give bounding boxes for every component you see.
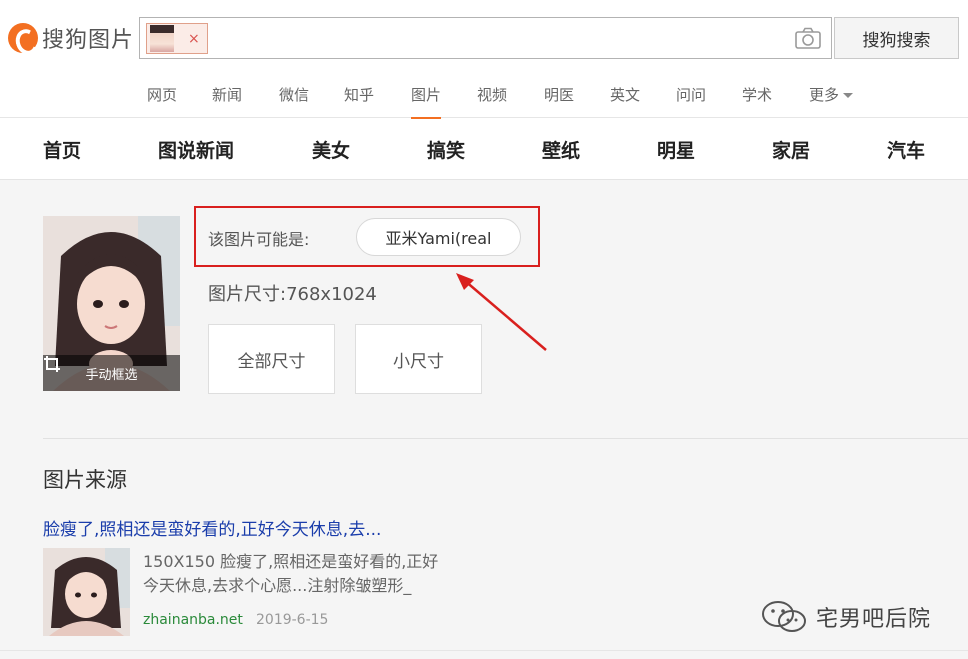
- search-box[interactable]: ×: [139, 17, 832, 59]
- wechat-icon: [762, 601, 806, 632]
- source-heading: 图片来源: [43, 468, 127, 492]
- watermark-text: 宅男吧后院: [816, 607, 932, 632]
- query-image[interactable]: 手动框选: [43, 216, 180, 391]
- search-type-tabs: 网页 新闻 微信 知乎 图片 视频 明医 英文 问问 学术 更多: [0, 72, 968, 120]
- tab-more[interactable]: 更多: [809, 84, 854, 105]
- image-size-info: 图片尺寸:768x1024: [208, 284, 377, 305]
- category-photo-news[interactable]: 图说新闻: [158, 136, 234, 163]
- category-home[interactable]: 首页: [43, 136, 81, 163]
- guess-label: 该图片可能是:: [208, 230, 310, 249]
- image-guess-box: 该图片可能是: 亚米Yami(real: [194, 206, 540, 267]
- category-wallpaper[interactable]: 壁纸: [542, 136, 580, 163]
- watermark: 宅男吧后院: [760, 600, 931, 634]
- tab-more-label: 更多: [809, 86, 840, 104]
- category-home-decor[interactable]: 家居: [772, 136, 810, 163]
- tab-english[interactable]: 英文: [610, 84, 640, 105]
- caret-down-icon: [843, 93, 854, 98]
- source-date: 2019-6-15: [256, 612, 329, 628]
- tab-medical[interactable]: 明医: [544, 84, 574, 105]
- manual-crop-label: 手动框选: [85, 367, 138, 383]
- tab-wenwen[interactable]: 问问: [676, 84, 706, 105]
- search-image-chip: ×: [146, 23, 208, 54]
- tab-scholar[interactable]: 学术: [742, 84, 772, 105]
- tab-images[interactable]: 图片: [411, 84, 442, 120]
- category-bar: 首页 图说新闻 美女 搞笑 壁纸 明星 家居 汽车: [0, 119, 968, 180]
- result-content: 手动框选 该图片可能是: 亚米Yami(real 图片尺寸:768x1024 全…: [0, 180, 968, 659]
- source-host[interactable]: zhainanba.net: [143, 612, 243, 628]
- category-funny[interactable]: 搞笑: [427, 136, 465, 163]
- sogou-logo[interactable]: 搜狗图片: [8, 20, 134, 56]
- tab-video[interactable]: 视频: [477, 84, 507, 105]
- source-thumbnail[interactable]: [43, 548, 130, 636]
- search-button[interactable]: 搜狗搜索: [834, 17, 959, 59]
- tab-news[interactable]: 新闻: [212, 84, 242, 105]
- source-description: 150X150 脸瘦了,照相还是蛮好看的,正好今天休息,去求个心愿...注射除皱…: [143, 552, 439, 595]
- category-beauty[interactable]: 美女: [312, 136, 350, 163]
- guess-keyword-button[interactable]: 亚米Yami(real: [356, 218, 521, 256]
- tab-zhihu[interactable]: 知乎: [344, 84, 374, 105]
- header: 搜狗图片 × 搜狗搜索: [0, 0, 968, 72]
- logo-text: 搜狗图片: [42, 28, 135, 53]
- remove-image-icon[interactable]: ×: [188, 31, 200, 47]
- tab-wechat[interactable]: 微信: [279, 84, 309, 105]
- category-celebrity[interactable]: 明星: [657, 136, 695, 163]
- section-divider: [43, 438, 968, 439]
- category-cars[interactable]: 汽车: [887, 136, 925, 163]
- tab-web[interactable]: 网页: [147, 84, 177, 105]
- search-image-thumbnail: [150, 25, 174, 52]
- source-portrait-image: [43, 548, 130, 636]
- crop-icon: [44, 356, 60, 372]
- source-title-link[interactable]: 脸瘦了,照相还是蛮好看的,正好今天休息,去...: [43, 515, 381, 540]
- bottom-divider: [0, 650, 968, 651]
- manual-crop-button[interactable]: 手动框选: [43, 355, 180, 391]
- small-size-button[interactable]: 小尺寸: [355, 324, 482, 394]
- camera-icon[interactable]: [795, 27, 821, 49]
- all-sizes-button[interactable]: 全部尺寸: [208, 324, 335, 394]
- sogou-logo-icon: [8, 23, 38, 53]
